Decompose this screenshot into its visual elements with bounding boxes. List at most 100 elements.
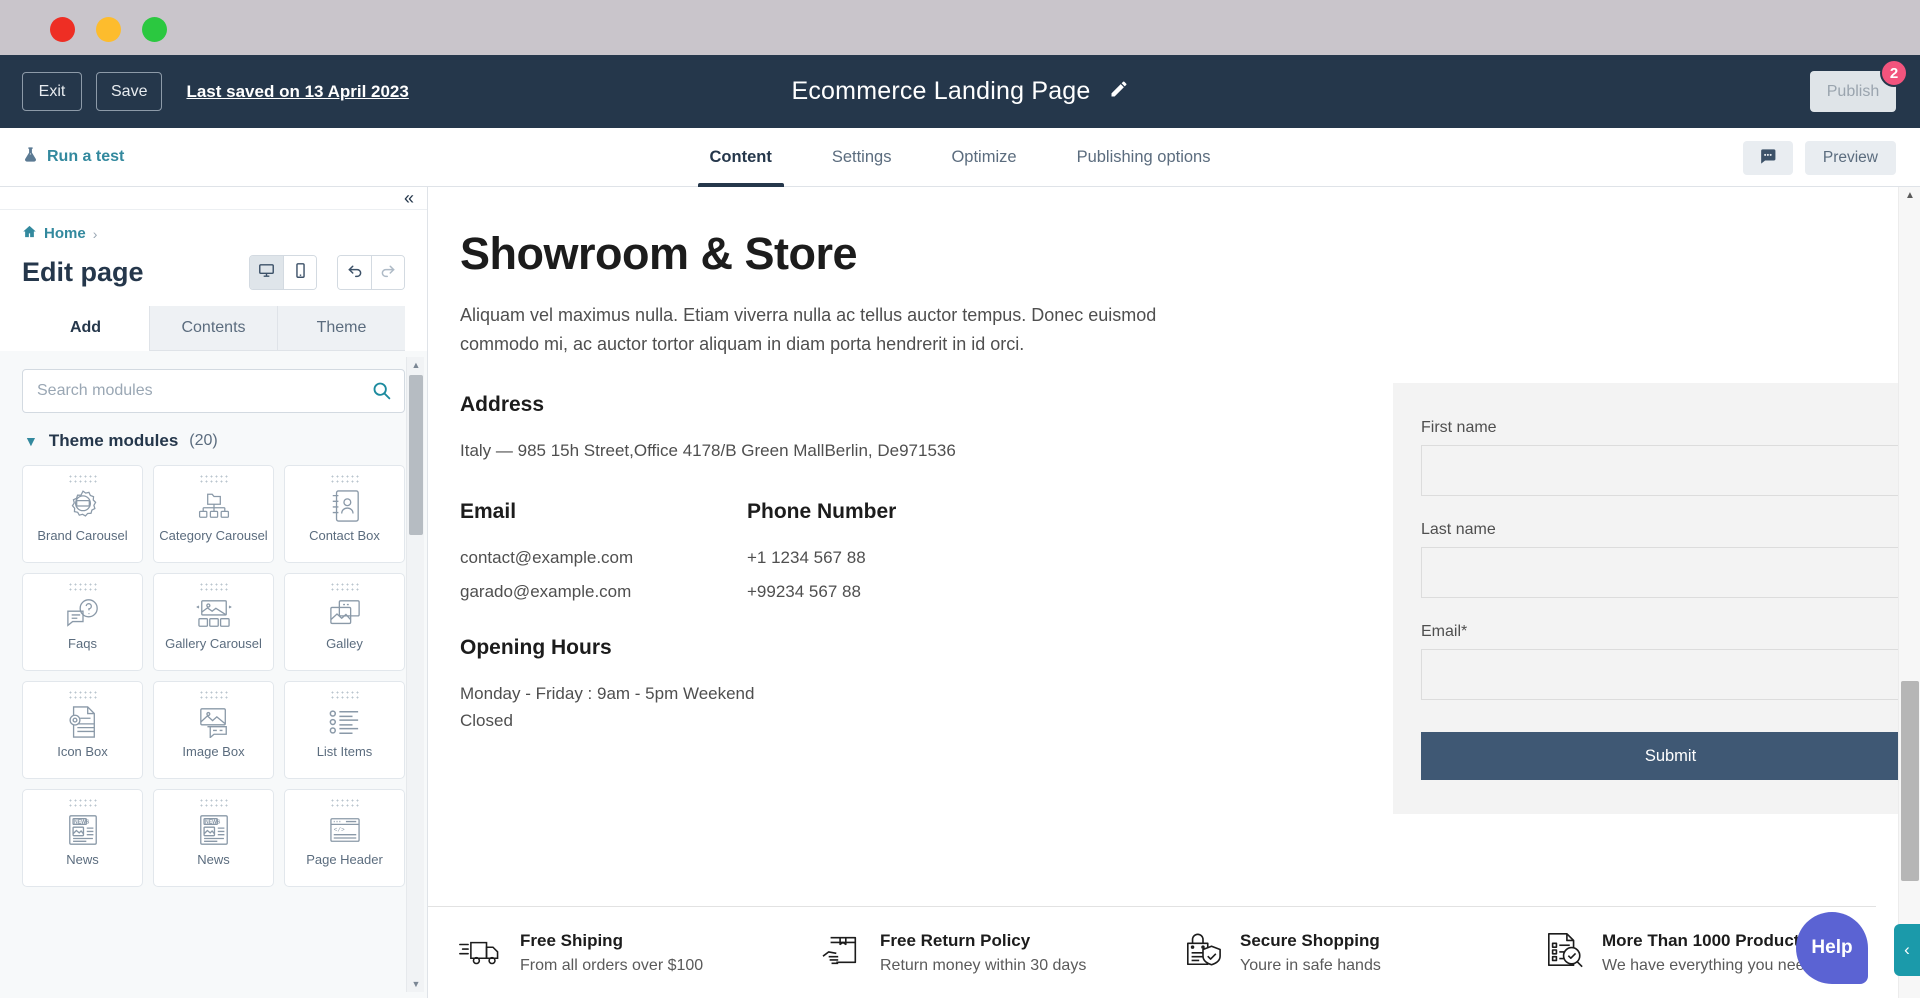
module-label: Brand Carousel [33,526,131,544]
drag-handle-icon[interactable] [68,798,98,808]
home-icon [22,224,37,243]
tab-settings[interactable]: Settings [802,128,922,187]
module-card-news-2[interactable]: NEWS News [153,789,274,887]
module-card-icon-box[interactable]: Icon Box [22,681,143,779]
email-value-1: contact@example.com [460,548,747,568]
newspaper-icon: NEWS [66,810,100,850]
module-card-list-items[interactable]: List Items [284,681,405,779]
scroll-up-arrow-icon[interactable]: ▲ [1899,187,1920,203]
monitor-icon [258,262,275,284]
drag-handle-icon[interactable] [330,690,360,700]
feature-text: Free Shiping From all orders over $100 [520,931,703,975]
desktop-view-toggle[interactable] [250,256,283,289]
module-card-image-box[interactable]: Image Box [153,681,274,779]
module-card-contact-box[interactable]: Contact Box [284,465,405,563]
last-name-input[interactable] [1421,547,1920,598]
sidebar-scrollbar[interactable]: ▲ ▼ [406,357,424,992]
drag-handle-icon[interactable] [330,474,360,484]
address-value: Italy — 985 15h Street,Office 4178/B Gre… [460,437,1210,464]
sidebar-title: Edit page [22,257,144,288]
module-card-gallery-carousel[interactable]: Gallery Carousel [153,573,274,671]
zoom-window-button[interactable] [142,17,167,42]
module-card-news-1[interactable]: NEWS News [22,789,143,887]
image-caption-icon [195,702,233,742]
tab-content[interactable]: Content [680,128,802,187]
last-saved-link[interactable]: Last saved on 13 April 2023 [186,82,408,102]
search-input[interactable] [22,369,405,413]
folder-tree-icon [196,486,232,526]
shopping-bag-shield-icon [1182,931,1224,974]
feature-text: Secure Shopping Youre in safe hands [1240,931,1381,975]
gallery-carousel-icon [195,594,233,634]
module-card-faqs[interactable]: Faqs [22,573,143,671]
module-card-category-carousel[interactable]: Category Carousel [153,465,274,563]
drag-handle-icon[interactable] [330,798,360,808]
chevron-double-left-icon[interactable]: « [404,189,414,207]
submit-button[interactable]: Submit [1421,732,1920,780]
drag-handle-icon[interactable] [68,690,98,700]
mobile-view-toggle[interactable] [283,256,316,289]
module-label: Category Carousel [155,526,271,544]
subnav-right-group: Preview [1743,128,1896,187]
save-button[interactable]: Save [96,72,162,111]
canvas-scrollbar[interactable]: ▲ [1898,187,1920,998]
module-label: News [193,850,234,868]
phone-value-2: +99234 567 88 [747,582,1034,602]
drag-handle-icon[interactable] [68,474,98,484]
tab-optimize[interactable]: Optimize [921,128,1046,187]
module-card-brand-carousel[interactable]: Brand Carousel [22,465,143,563]
drag-handle-icon[interactable] [199,798,229,808]
module-card-page-header[interactable]: </> Page Header [284,789,405,887]
feature-title: More Than 1000 Products [1602,931,1813,951]
email-input[interactable] [1421,649,1920,700]
address-heading: Address [460,393,1210,417]
sidebar-tab-contents[interactable]: Contents [149,306,277,351]
comment-icon [1758,147,1777,169]
search-icon[interactable] [371,380,392,406]
sidebar-scrollbar-thumb[interactable] [409,375,423,535]
phone-column: Phone Number +1 1234 567 88 +99234 567 8… [747,500,1034,602]
redo-arrow-icon [379,261,397,284]
drag-handle-icon[interactable] [199,582,229,592]
canvas-scrollbar-thumb[interactable] [1901,681,1919,881]
undo-arrow-icon [346,261,364,284]
minimize-window-button[interactable] [96,17,121,42]
module-card-galley[interactable]: Galley [284,573,405,671]
editor-tabs: Content Settings Optimize Publishing opt… [0,128,1920,187]
drag-handle-icon[interactable] [199,690,229,700]
undo-button[interactable] [338,256,371,289]
chat-question-icon [64,594,102,634]
feature-secure-shopping: Secure Shopping Youre in safe hands [1152,931,1514,975]
first-name-input[interactable] [1421,445,1920,496]
breadcrumb-home-link[interactable]: Home [44,225,86,242]
sidebar-tab-add[interactable]: Add [22,306,149,351]
exit-button[interactable]: Exit [22,72,82,111]
phone-heading: Phone Number [747,500,1034,524]
scroll-down-arrow-icon[interactable]: ▼ [407,976,425,992]
close-window-button[interactable] [50,17,75,42]
sidebar-tab-theme[interactable]: Theme [277,306,405,351]
scroll-up-arrow-icon[interactable]: ▲ [407,357,425,373]
contact-columns: Email contact@example.com garado@example… [460,500,1210,602]
preview-button[interactable]: Preview [1805,141,1896,175]
history-group [337,255,405,290]
module-label: List Items [313,742,377,760]
pencil-icon[interactable] [1109,79,1129,104]
opening-hours-heading: Opening Hours [460,636,1210,660]
section-count: (20) [189,432,217,450]
drag-handle-icon[interactable] [68,582,98,592]
redo-button[interactable] [371,256,404,289]
theme-modules-section-header[interactable]: ▼ Theme modules (20) [24,431,405,451]
feature-strip: Free Shiping From all orders over $100 [428,906,1876,998]
hero-paragraph: Aliquam vel maximus nulla. Etiam viverra… [460,301,1210,359]
chevron-left-icon[interactable]: ‹ [1894,924,1920,976]
comment-icon-button[interactable] [1743,141,1793,175]
help-button[interactable]: Help [1796,912,1868,984]
contact-form: First name Last name Email* Submit [1393,383,1920,814]
drag-handle-icon[interactable] [199,474,229,484]
tab-publishing-options[interactable]: Publishing options [1047,128,1241,187]
drag-handle-icon[interactable] [330,582,360,592]
image-stack-icon [327,594,363,634]
code-window-icon: </> [327,810,363,850]
module-label: Contact Box [305,526,384,544]
